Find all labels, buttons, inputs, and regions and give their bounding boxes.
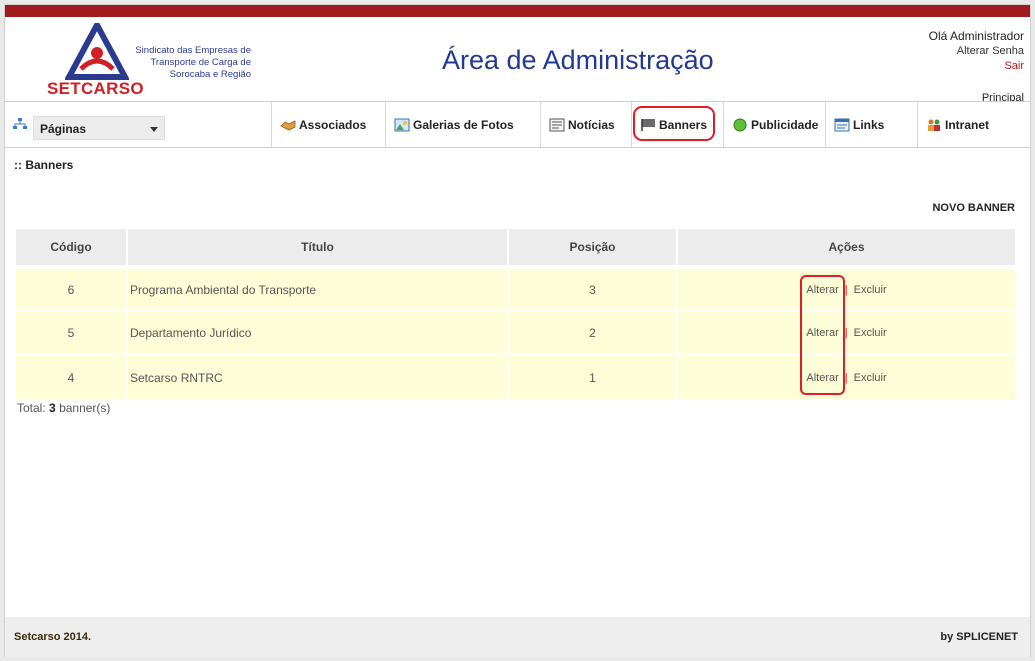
cell-codigo: 5 (16, 310, 128, 355)
cell-titulo: Programa Ambiental do Transporte (127, 265, 509, 311)
photo-gallery-icon (394, 118, 410, 131)
action-separator: | (844, 371, 848, 384)
cell-posicao: 2 (508, 310, 678, 355)
logo-emblem-icon (65, 23, 129, 80)
total-number: 3 (49, 401, 56, 415)
alterar-link[interactable]: Alterar (806, 284, 838, 296)
cell-codigo: 6 (16, 265, 128, 311)
cell-titulo: Setcarso RNTRC (127, 354, 509, 399)
main-nav: Páginas Associados Galerias de Fotos Not… (5, 101, 1030, 148)
setcarso-logo[interactable]: SETCARSO Sindicato das Empresas de Trans… (43, 23, 263, 99)
user-box: Olá Administrador Alterar Senha Sair (929, 29, 1024, 74)
excluir-link[interactable]: Excluir (854, 284, 887, 296)
pages-dropdown[interactable]: Páginas (33, 116, 165, 140)
action-separator: | (844, 283, 848, 296)
excluir-link[interactable]: Excluir (854, 327, 887, 339)
col-posicao[interactable]: Posição (508, 229, 678, 267)
nav-links-label: Links (853, 117, 885, 132)
cell-titulo: Departamento Jurídico (127, 310, 509, 355)
nav-publicidade[interactable]: Publicidade (723, 102, 825, 147)
table-row: 4 Setcarso RNTRC 1 Alterar | Excluir (16, 354, 1017, 399)
nav-intranet[interactable]: Intranet (917, 102, 1030, 147)
table-row: 6 Programa Ambiental do Transporte 3 Alt… (16, 265, 1017, 311)
cell-acoes: Alterar | Excluir (677, 354, 1017, 399)
banners-table: Código Título Posição Ações 6 Programa A… (16, 229, 1017, 399)
sitemap-icon (13, 118, 27, 129)
total-prefix: Total: (17, 401, 46, 415)
intranet-icon (928, 119, 940, 131)
col-titulo[interactable]: Título (127, 229, 509, 267)
table-row: 5 Departamento Jurídico 2 Alterar | Exclui… (16, 310, 1017, 355)
table-header-row: Código Título Posição Ações (16, 229, 1017, 267)
excluir-link[interactable]: Excluir (854, 372, 887, 384)
news-icon (549, 118, 565, 131)
logo-description: Sindicato das Empresas de Transporte de … (135, 45, 251, 80)
footer: Setcarso 2014. by SPLICENET (5, 617, 1030, 657)
publicity-icon (733, 118, 747, 131)
change-password-link[interactable]: Alterar Senha (929, 44, 1024, 59)
nav-galerias[interactable]: Galerias de Fotos (385, 102, 540, 147)
alterar-link[interactable]: Alterar (806, 327, 838, 339)
links-icon (834, 118, 850, 131)
col-codigo[interactable]: Código (16, 229, 128, 267)
alterar-link[interactable]: Alterar (806, 372, 838, 384)
cell-posicao: 3 (508, 265, 678, 311)
action-separator: | (844, 327, 848, 339)
section-title: :: Banners (14, 158, 74, 172)
pages-dropdown-label: Páginas (40, 122, 87, 136)
nav-noticias[interactable]: Notícias (540, 102, 631, 147)
total-count: Total: 3 banner(s) (17, 401, 110, 415)
footer-credit[interactable]: by SPLICENET (940, 631, 1018, 643)
nav-publicidade-label: Publicidade (751, 117, 819, 132)
header: SETCARSO Sindicato das Empresas de Trans… (5, 17, 1030, 105)
col-acoes: Ações (677, 229, 1017, 267)
nav-banners[interactable]: Banners (631, 102, 723, 147)
nav-intranet-label: Intranet (945, 117, 990, 132)
cell-acoes: Alterar | Excluir (677, 265, 1017, 311)
nav-associados-label: Associados (299, 117, 367, 132)
total-suffix: banner(s) (59, 401, 111, 415)
logo-name: SETCARSO (47, 79, 144, 98)
browser-page: SETCARSO Sindicato das Empresas de Trans… (4, 4, 1031, 657)
nav-galerias-label: Galerias de Fotos (413, 117, 514, 132)
top-accent-bar (5, 5, 1030, 17)
user-greeting: Olá Administrador (928, 29, 1024, 43)
cell-codigo: 4 (16, 354, 128, 399)
logout-link[interactable]: Sair (929, 59, 1024, 74)
nav-associados[interactable]: Associados (271, 102, 385, 147)
nav-links[interactable]: Links (825, 102, 917, 147)
nav-noticias-label: Notícias (568, 117, 615, 132)
new-banner-button[interactable]: NOVO BANNER (932, 202, 1015, 214)
cell-acoes: Alterar | Excluir (677, 310, 1017, 355)
chevron-down-icon (150, 127, 158, 132)
cell-posicao: 1 (508, 354, 678, 399)
footer-copyright: Setcarso 2014. (14, 631, 92, 643)
banners-highlight (633, 106, 715, 141)
handshake-icon (280, 119, 296, 130)
page-title: Área de Administração (442, 45, 714, 75)
